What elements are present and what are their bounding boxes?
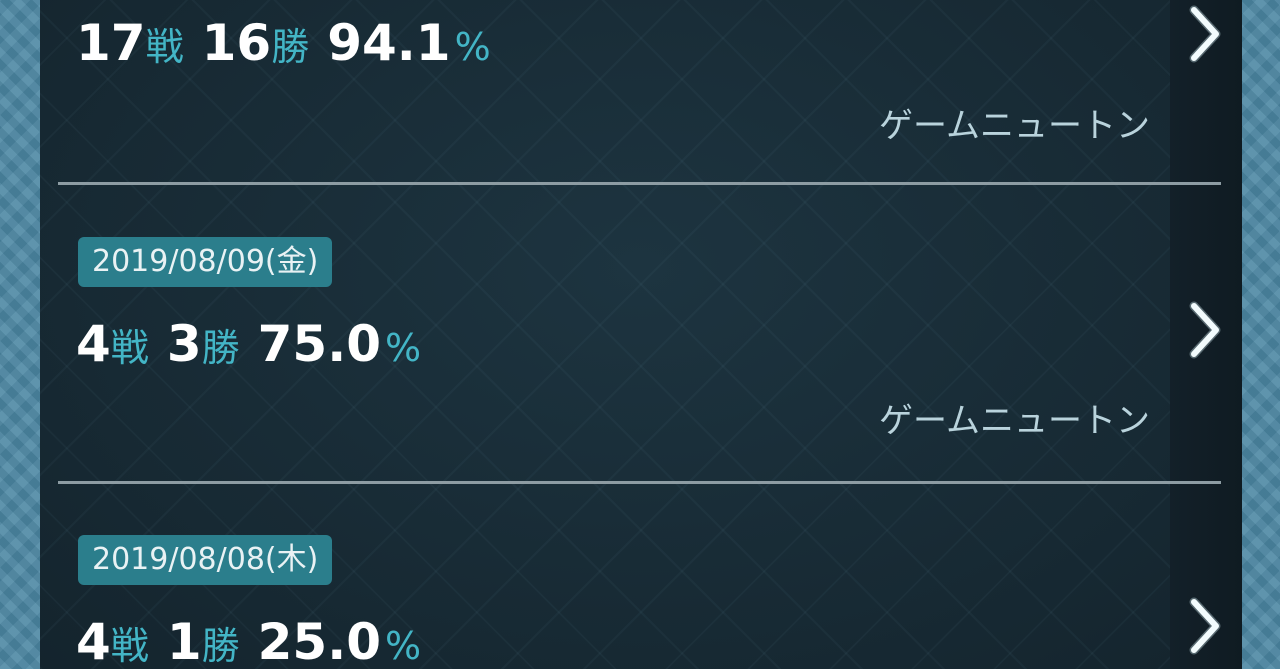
chevron-right-icon[interactable]: [1182, 594, 1228, 658]
win-rate: 25.0: [257, 613, 381, 669]
win-count: 1: [166, 613, 202, 669]
battle-unit: 戦: [145, 25, 184, 69]
win-unit: 勝: [201, 624, 240, 668]
win-unit: 勝: [271, 25, 310, 69]
percent-unit: %: [454, 25, 491, 69]
percent-unit: %: [385, 624, 422, 668]
date-badge: 2019/08/08(木): [78, 535, 333, 585]
battle-count: 4: [76, 315, 111, 373]
history-row[interactable]: 17戦 16勝 94.1% ゲームニュートン: [40, 0, 1242, 183]
win-count: 3: [166, 315, 202, 373]
stats-line: 17戦 16勝 94.1%: [76, 18, 491, 68]
right-frame: [1242, 0, 1280, 669]
match-history-list[interactable]: 17戦 16勝 94.1% ゲームニュートン 2019/08/09(金) 4戦 3勝 7…: [40, 0, 1242, 669]
history-row[interactable]: 2019/08/08(木) 4戦 1勝 25.0%: [40, 484, 1242, 669]
history-row[interactable]: 2019/08/09(金) 4戦 3勝 75.0% ゲームニュートン: [40, 185, 1242, 481]
win-rate: 94.1: [327, 14, 451, 72]
percent-unit: %: [385, 326, 422, 370]
stats-line: 4戦 1勝 25.0%: [76, 617, 421, 667]
win-unit: 勝: [201, 326, 240, 370]
battle-count: 4: [76, 613, 111, 669]
win-rate: 75.0: [257, 315, 381, 373]
chevron-right-icon[interactable]: [1182, 2, 1228, 66]
shop-name: ゲームニュートン: [879, 401, 1150, 441]
stats-line: 4戦 3勝 75.0%: [76, 319, 421, 369]
win-count: 16: [201, 14, 272, 72]
shop-name: ゲームニュートン: [879, 106, 1150, 146]
battle-count: 17: [76, 14, 146, 72]
date-badge: 2019/08/09(金): [78, 237, 333, 287]
left-frame: [0, 0, 40, 669]
battle-unit: 戦: [110, 624, 149, 668]
chevron-right-icon[interactable]: [1182, 298, 1228, 362]
battle-unit: 戦: [110, 326, 149, 370]
